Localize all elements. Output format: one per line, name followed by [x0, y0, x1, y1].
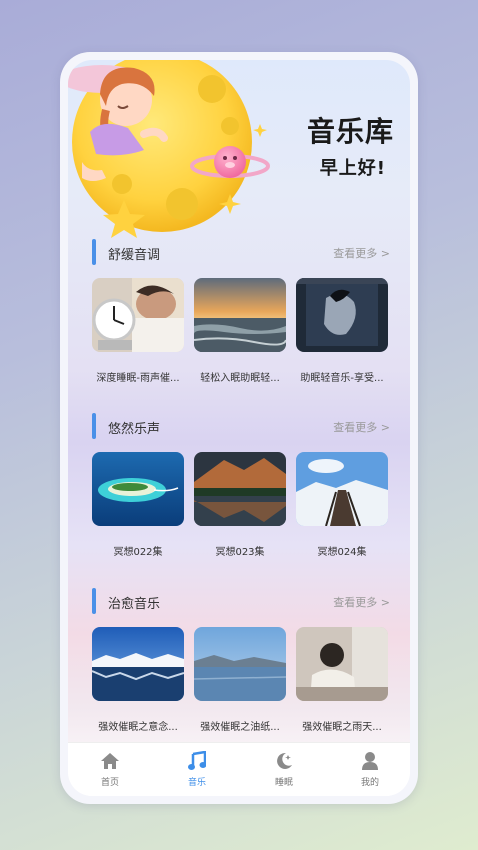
- tab-sleep[interactable]: 睡眠: [254, 750, 314, 788]
- calm-lake-thumbnail: [193, 627, 287, 701]
- music-card[interactable]: 冥想023集: [194, 452, 286, 558]
- section-healing-music: 治愈音乐 查看更多 > 强效催眠之意念... 强效催眠之油纸... 强效催眠之雨…: [91, 585, 390, 733]
- snowy-lake-thumbnail: [91, 627, 185, 701]
- music-card[interactable]: 深度睡眠-雨声催...: [92, 278, 184, 384]
- music-card[interactable]: 冥想024集: [296, 452, 388, 558]
- section-leisurely-music: 悠然乐声 查看更多 > 冥想022集 冥想023集 冥想024集: [92, 410, 390, 558]
- mountain-lake-thumbnail: [194, 452, 286, 526]
- snow-boardwalk-thumbnail: [296, 452, 388, 527]
- card-caption: 强效催眠之意念...: [98, 722, 178, 733]
- section-title: 治愈音乐: [108, 597, 161, 612]
- tab-home[interactable]: 首页: [80, 750, 140, 788]
- tab-label: 音乐: [187, 778, 206, 788]
- sunset-sea-thumbnail: [193, 278, 287, 352]
- card-caption: 助眠轻音乐-享受...: [300, 373, 384, 384]
- card-caption: 轻松入眠助眠轻...: [200, 373, 280, 384]
- music-card[interactable]: 助眠轻音乐-享受...: [296, 278, 388, 384]
- section-accent-bar: [92, 239, 96, 265]
- music-note-icon: [188, 751, 206, 770]
- music-card[interactable]: 强效催眠之油纸...: [193, 627, 287, 733]
- section-title: 悠然乐声: [108, 422, 161, 437]
- section-title: 舒缓音调: [108, 248, 161, 263]
- moon-icon: [277, 752, 292, 769]
- bottom-tab-bar: 首页 音乐 睡眠 我的: [68, 742, 410, 796]
- music-card[interactable]: 强效催眠之意念...: [91, 627, 185, 733]
- view-more-link[interactable]: 查看更多 >: [333, 419, 390, 435]
- tab-label: 睡眠: [274, 778, 293, 788]
- tab-profile[interactable]: 我的: [340, 750, 400, 788]
- alarm-clock-sleep-thumbnail: [92, 278, 184, 352]
- music-card[interactable]: 轻松入眠助眠轻...: [193, 278, 287, 384]
- section-accent-bar: [92, 413, 96, 439]
- island-resort-thumbnail: [92, 452, 184, 526]
- section-header: 舒缓音调 查看更多 >: [92, 236, 390, 266]
- view-more-link[interactable]: 查看更多 >: [333, 245, 390, 261]
- home-icon: [101, 753, 119, 769]
- page-title: 音乐库: [306, 115, 394, 148]
- app-screen: 音乐库 早上好! 舒缓音调 查看更多 > 深度睡眠-雨声催... 轻松入眠助眠轻…: [68, 60, 410, 796]
- section-accent-bar: [92, 588, 96, 614]
- dark-bedroom-thumbnail: [296, 278, 388, 352]
- card-caption: 强效催眠之雨天...: [302, 722, 382, 733]
- tab-label: 首页: [100, 778, 119, 788]
- view-more-link[interactable]: 查看更多 >: [333, 594, 390, 610]
- tab-label: 我的: [360, 778, 379, 788]
- section-header: 悠然乐声 查看更多 >: [92, 410, 390, 440]
- card-caption: 冥想022集: [113, 547, 163, 558]
- card-caption: 冥想024集: [317, 547, 367, 558]
- card-caption: 强效催眠之油纸...: [200, 722, 280, 733]
- greeting-text: 早上好!: [319, 158, 386, 179]
- section-soothing-tones: 舒缓音调 查看更多 > 深度睡眠-雨声催... 轻松入眠助眠轻... 助眠轻音乐…: [92, 236, 390, 384]
- music-card[interactable]: 冥想022集: [92, 452, 184, 558]
- section-header: 治愈音乐 查看更多 >: [92, 585, 390, 615]
- card-caption: 冥想023集: [215, 547, 265, 558]
- card-row: 深度睡眠-雨声催... 轻松入眠助眠轻... 助眠轻音乐-享受...: [92, 278, 390, 388]
- moon-illustration: [68, 60, 270, 238]
- music-card[interactable]: 强效催眠之雨天...: [296, 627, 388, 733]
- user-icon: [362, 752, 378, 770]
- rainy-day-person-thumbnail: [296, 627, 388, 701]
- tab-music[interactable]: 音乐: [167, 750, 227, 788]
- card-row: 强效催眠之意念... 强效催眠之油纸... 强效催眠之雨天...: [91, 627, 390, 737]
- card-row: 冥想022集 冥想023集 冥想024集: [92, 452, 390, 562]
- card-caption: 深度睡眠-雨声催...: [96, 373, 180, 384]
- phone-frame: 音乐库 早上好! 舒缓音调 查看更多 > 深度睡眠-雨声催... 轻松入眠助眠轻…: [60, 52, 418, 804]
